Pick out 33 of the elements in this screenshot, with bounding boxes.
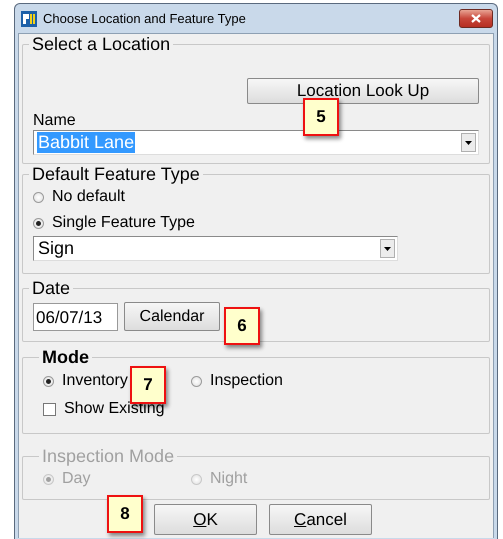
radio-label: Inventory <box>62 372 128 390</box>
group-title: Default Feature Type <box>31 164 201 184</box>
name-label: Name <box>33 112 76 130</box>
radio-button[interactable] <box>33 218 44 228</box>
radio-label: Night <box>210 470 248 488</box>
checkbox[interactable] <box>43 402 56 416</box>
app-logo-icon <box>21 10 37 26</box>
callout-badge: 5 <box>303 98 339 136</box>
radio-label: Single Feature Type <box>52 214 195 232</box>
calendar-button[interactable]: Calendar <box>124 302 220 331</box>
feature-type-combo-box[interactable]: Sign <box>33 236 398 261</box>
location-lookup-button[interactable]: Location Look Up <box>247 78 479 104</box>
name-value: Babbit Lane <box>37 132 136 153</box>
callout-badge: 6 <box>224 307 260 345</box>
group-title: Select a Location <box>31 34 172 54</box>
close-icon <box>471 14 481 23</box>
close-button[interactable] <box>459 9 493 28</box>
callout-badge: 8 <box>107 495 143 533</box>
callout-badge: 7 <box>130 366 166 404</box>
cancel-button[interactable]: Cancel <box>269 504 372 535</box>
radio-label: No default <box>52 188 125 206</box>
group-title: Inspection Mode <box>41 446 176 466</box>
group-title: Mode <box>41 347 90 367</box>
radio-label: Day <box>62 470 90 488</box>
radio-button[interactable] <box>191 376 202 386</box>
radio-label: Inspection <box>210 372 283 390</box>
group-title: Date <box>31 278 72 298</box>
radio-button[interactable] <box>43 376 54 386</box>
window-title: Choose Location and Feature Type <box>43 11 247 26</box>
radio-button[interactable] <box>33 192 44 202</box>
date-field[interactable]: 06/07/13 <box>33 302 118 330</box>
feature-type-value: Sign <box>37 238 76 259</box>
ok-button[interactable]: OK <box>154 504 257 535</box>
